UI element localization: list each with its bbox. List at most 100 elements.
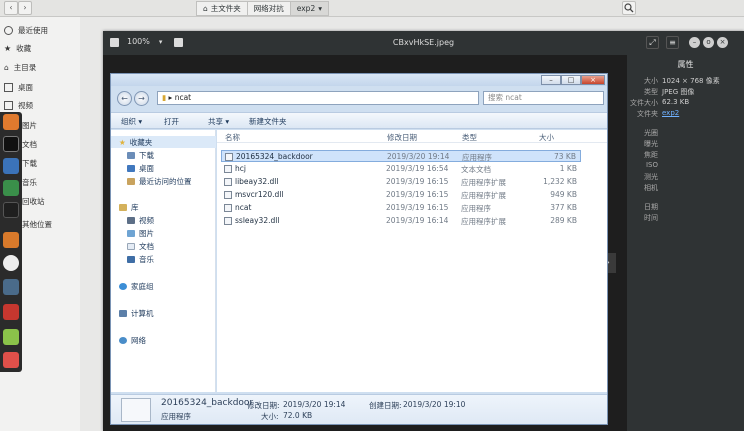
sidebar-item-starred[interactable]: ★ 收藏: [0, 40, 80, 56]
sidebar-item-videos[interactable]: 视频: [0, 97, 80, 113]
nav-recent[interactable]: 最近访问的位置: [111, 175, 216, 187]
address-row: ← → ▮ ▸ ncat 搜索 ncat: [115, 89, 605, 109]
nav-homegroup[interactable]: 家庭组: [111, 280, 216, 292]
terminal-icon[interactable]: [3, 136, 19, 152]
navigation-pane: ★ 收藏夹 下载 桌面 最近访问的位置 库 视频 图片 文档 音乐 家庭组 计算机…: [111, 130, 216, 392]
details-pane: 20165324_backdoor 应用程序 修改日期: 2019/3/20 1…: [111, 394, 607, 424]
prop-exposure: 曝光: [644, 140, 658, 148]
burpsuite-icon[interactable]: [3, 232, 19, 248]
nav-downloads[interactable]: 下载: [111, 149, 216, 161]
nav-libraries[interactable]: 库: [111, 201, 216, 213]
table-row[interactable]: msvcr120.dll 2019/3/19 16:15 应用程序扩展 949 …: [221, 189, 581, 201]
nav-desktop[interactable]: 桌面: [111, 162, 216, 174]
explorer-search-input[interactable]: 搜索 ncat: [483, 91, 604, 105]
wireshark-icon[interactable]: [3, 279, 19, 295]
prop-size: 大小 1024 × 768 像素: [644, 77, 720, 85]
nav-videos[interactable]: 视频: [111, 214, 216, 226]
document-icon: [127, 242, 135, 250]
sidebar-item-home[interactable]: ⌂ 主目录: [0, 59, 80, 75]
crumb-exp2[interactable]: exp2 ▾: [290, 1, 329, 16]
details-size-label: 大小:: [261, 412, 279, 421]
column-type[interactable]: 类型: [462, 132, 477, 143]
faraday-icon[interactable]: [3, 304, 19, 320]
explorer-titlebar: – □ ×: [111, 74, 607, 86]
files-headerbar: ‹ › ⌂ 主文件夹 网络对抗 exp2 ▾: [0, 0, 744, 17]
explorer-window: – □ × ← → ▮ ▸ ncat 搜索 ncat 组织 ▾ 打开 共享 ▾ …: [110, 73, 608, 425]
network-icon: [119, 336, 127, 344]
back-button[interactable]: ‹: [4, 1, 18, 15]
library-icon: [119, 203, 127, 211]
cherrytree-icon[interactable]: [3, 255, 19, 271]
details-created-label: 创建日期:: [369, 401, 402, 410]
table-row[interactable]: libeay32.dll 2019/3/19 16:15 应用程序扩展 1,23…: [221, 176, 581, 188]
viewer-titlebar: 100% ▾ CBxvHkSE.jpeg ⤢ ≡ – o ×: [103, 31, 744, 55]
desktop-icon: [127, 164, 135, 172]
share-button[interactable]: 共享 ▾: [208, 116, 229, 127]
properties-header: 属性: [677, 60, 694, 69]
prop-iso: ISO: [645, 161, 658, 169]
column-size[interactable]: 大小: [539, 132, 554, 143]
prop-aperture: 光圈: [644, 129, 658, 137]
file-list: 名称 修改日期 类型 大小 20165324_backdoor 2019/3/2…: [217, 130, 607, 392]
folder-link[interactable]: exp2: [662, 109, 679, 117]
fullscreen-button[interactable]: ⤢: [646, 36, 659, 49]
app-store-icon[interactable]: [3, 352, 19, 368]
forward-button[interactable]: ›: [18, 1, 32, 15]
application-icon: [224, 204, 232, 212]
menu-button[interactable]: ≡: [666, 36, 679, 49]
breadcrumb: ⌂ 主文件夹 网络对抗 exp2 ▾: [196, 1, 329, 16]
sidebar-item-recent[interactable]: 最近使用: [0, 22, 80, 38]
prop-file-size: 文件大小 62.3 KB: [630, 98, 690, 107]
firefox-icon[interactable]: [3, 114, 19, 130]
sidebar-item-desktop[interactable]: 桌面: [0, 79, 80, 95]
details-modified: 2019/3/20 19:14: [283, 400, 346, 409]
new-folder-button[interactable]: 新建文件夹: [249, 116, 287, 127]
text-file-icon: [224, 165, 232, 173]
dll-file-icon: [224, 191, 232, 199]
prop-focal-length: 焦距: [644, 151, 658, 159]
table-row[interactable]: 20165324_backdoor 2019/3/20 19:14 应用程序 7…: [221, 150, 581, 162]
nav-network[interactable]: 网络: [111, 334, 216, 346]
desktop-icon: [4, 82, 13, 92]
table-row[interactable]: ssleay32.dll 2019/3/19 16:14 应用程序扩展 289 …: [221, 215, 581, 227]
explorer-maximize-button[interactable]: □: [561, 75, 581, 85]
details-size: 72.0 KB: [283, 411, 313, 420]
crumb-home[interactable]: ⌂ 主文件夹: [196, 1, 248, 16]
table-row[interactable]: ncat 2019/3/19 16:15 应用程序 377 KB: [221, 202, 581, 214]
organize-button[interactable]: 组织 ▾: [121, 116, 142, 127]
table-row[interactable]: hcj 2019/3/19 16:54 文本文档 1 KB: [221, 163, 581, 175]
open-button[interactable]: 打开: [164, 116, 179, 127]
nav-favorites[interactable]: ★ 收藏夹: [111, 136, 216, 148]
details-modified-label: 修改日期:: [247, 401, 280, 410]
close-button[interactable]: ×: [717, 37, 728, 48]
details-type: 应用程序: [161, 412, 191, 421]
prop-folder: 文件夹 exp2: [637, 109, 680, 118]
nav-computer[interactable]: 计算机: [111, 307, 216, 319]
nav-pictures[interactable]: 图片: [111, 227, 216, 239]
explorer-minimize-button[interactable]: –: [541, 75, 561, 85]
nav-music[interactable]: 音乐: [111, 253, 216, 265]
search-button[interactable]: [622, 1, 636, 15]
nav-documents[interactable]: 文档: [111, 240, 216, 252]
file-thumbnail: [121, 398, 151, 422]
minimize-button[interactable]: –: [689, 37, 700, 48]
crumb-network[interactable]: 网络对抗: [247, 1, 291, 16]
download-folder-icon: [127, 151, 135, 159]
recent-places-icon: [127, 177, 135, 185]
prop-metering: 测光: [644, 173, 658, 181]
prop-date: 日期: [644, 203, 658, 211]
leafpad-icon[interactable]: [3, 329, 19, 345]
metasploit-icon[interactable]: [3, 158, 19, 174]
explorer-forward-button[interactable]: →: [134, 91, 149, 106]
explorer-back-button[interactable]: ←: [117, 91, 132, 106]
column-headers: 名称 修改日期 类型 大小: [217, 130, 607, 143]
column-modified[interactable]: 修改日期: [387, 132, 417, 143]
prop-camera: 相机: [644, 184, 658, 192]
address-bar[interactable]: ▮ ▸ ncat: [157, 91, 479, 105]
star-icon: ★: [119, 137, 126, 147]
armitage-icon[interactable]: [3, 180, 19, 196]
maximize-button[interactable]: o: [703, 37, 714, 48]
explorer-close-button[interactable]: ×: [581, 75, 605, 85]
maltego-icon[interactable]: [3, 202, 19, 218]
column-name[interactable]: 名称: [225, 132, 240, 143]
